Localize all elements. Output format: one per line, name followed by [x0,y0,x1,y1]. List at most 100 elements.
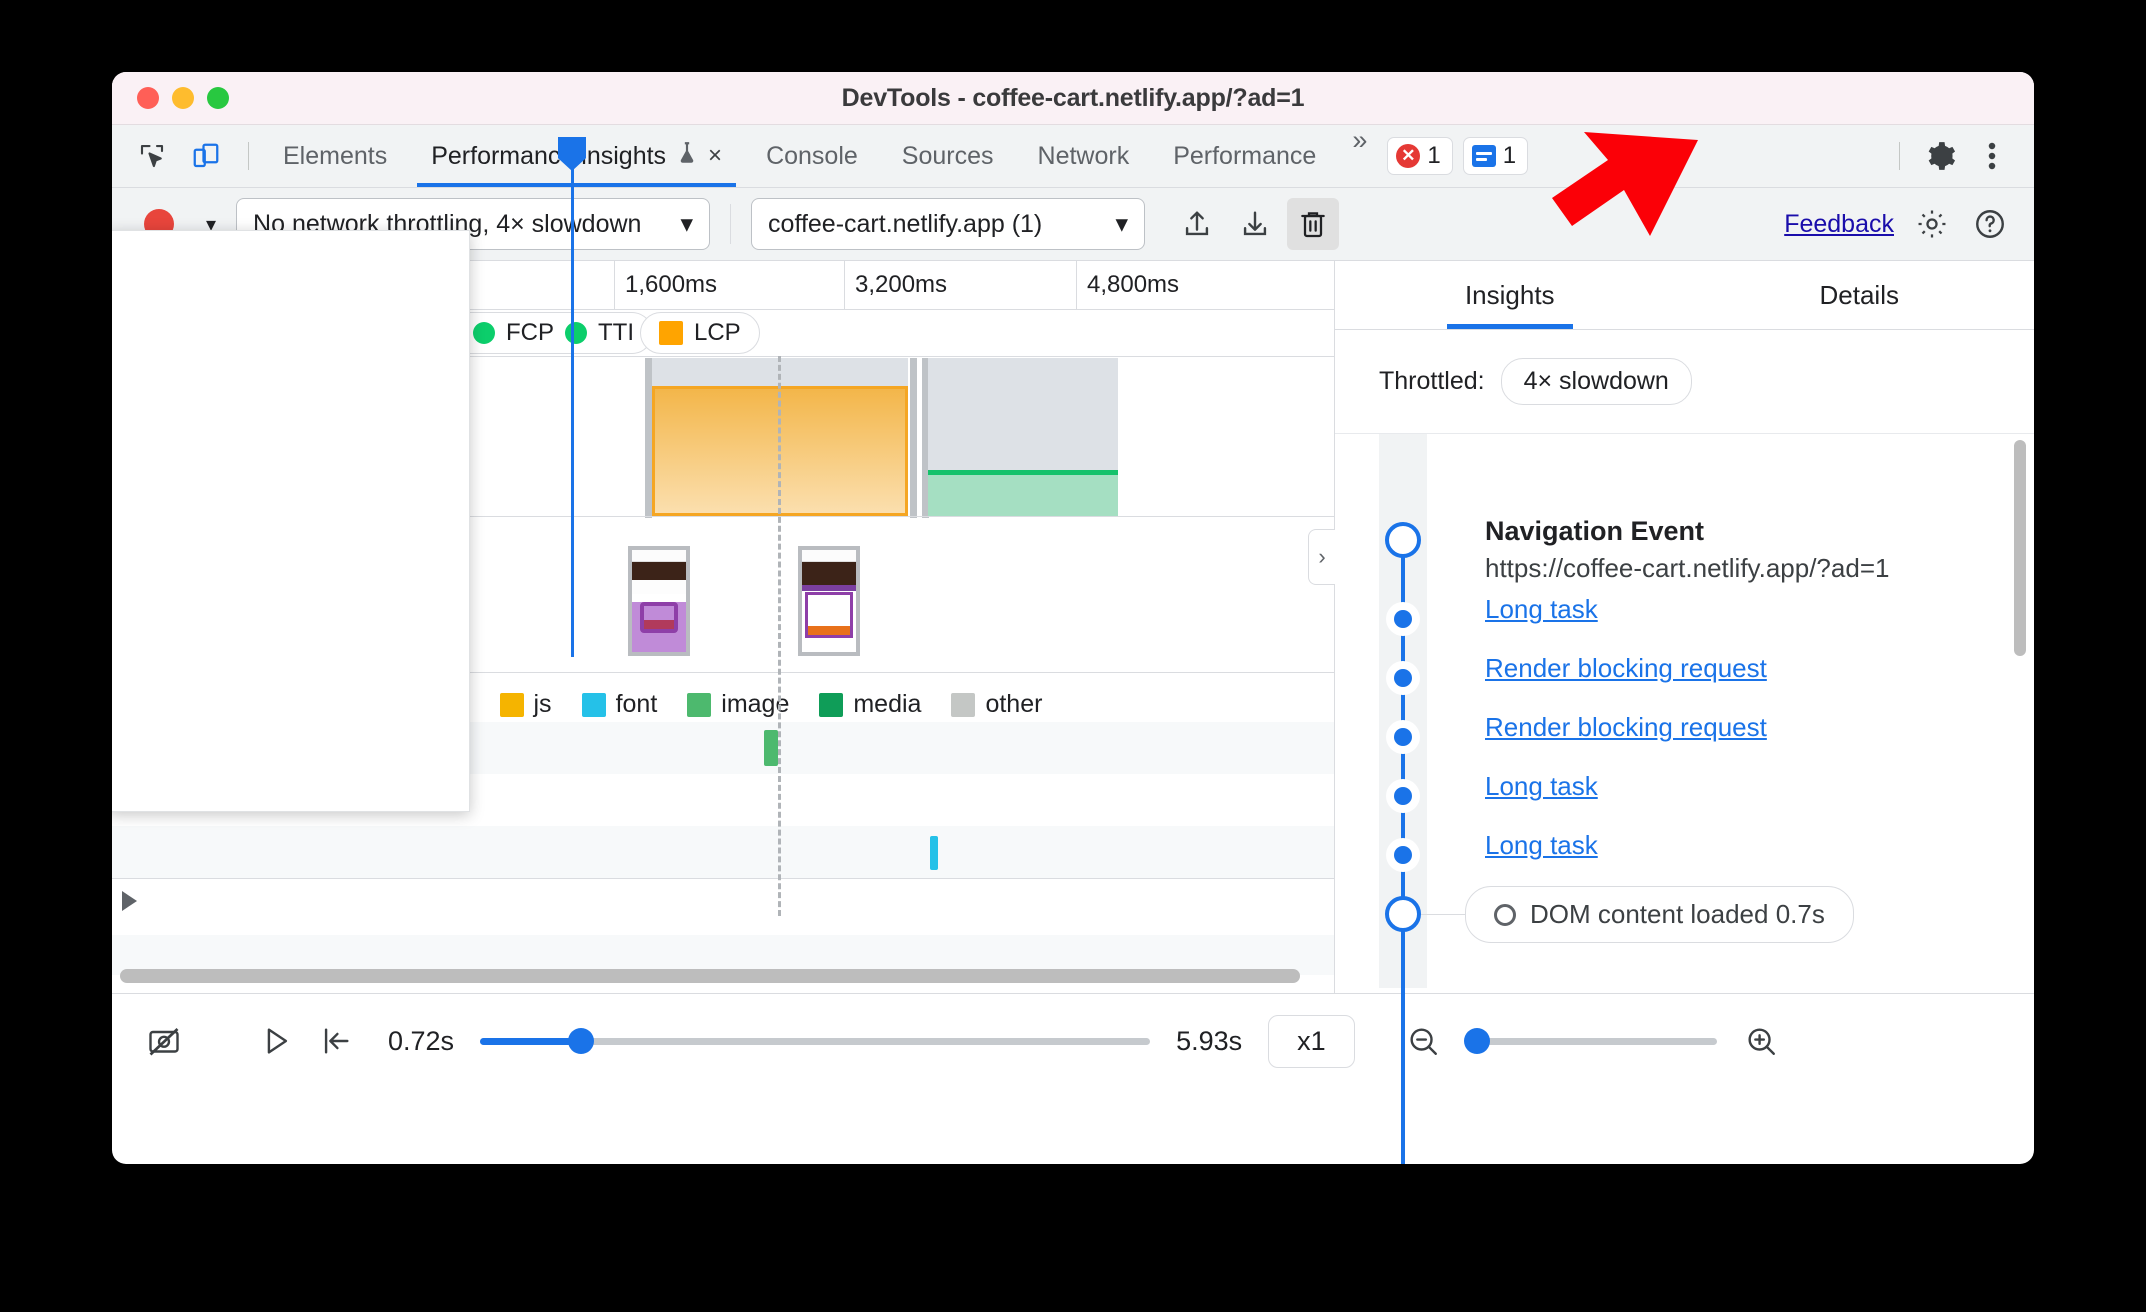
time-guide-line [778,356,781,916]
insight-link[interactable]: Long task [1485,771,1598,801]
page-value: coffee-cart.netlify.app (1) [768,209,1043,238]
tabbar-right-icons [1887,132,2034,180]
tabbar-left-icons [112,132,261,180]
upload-icon[interactable] [1171,198,1223,250]
insight-link[interactable]: Long task [1485,830,1598,860]
insight-link[interactable]: Render blocking request [1485,653,1767,683]
tab-details[interactable]: Details [1685,261,2035,329]
slider-track-fill [480,1037,581,1045]
marker-pill-lcp[interactable]: LCP [640,312,760,354]
error-count-badge[interactable]: ✕ 1 [1387,137,1453,175]
zoom-slider[interactable] [1463,1026,1717,1056]
network-request-row[interactable] [112,879,1334,935]
layout-block-green[interactable] [928,470,1118,516]
tab-label: Elements [283,141,388,170]
ruler-tick: 1,600ms [614,261,844,309]
insight-row-long-task-1[interactable]: Long task [1485,594,2004,625]
ruler-tick: 3,200ms [844,261,1076,309]
close-tab-icon[interactable]: × [708,144,722,168]
tab-console[interactable]: Console [744,125,880,187]
insight-row-render-blocking-1[interactable]: Render blocking request [1485,653,2004,684]
time-range-slider[interactable] [480,1026,1151,1056]
dom-content-loaded-chip[interactable]: DOM content loaded 0.7s [1465,886,1854,943]
legend-item-other: other [951,690,1042,719]
timeline-horizontal-scrollbar[interactable] [120,969,1300,983]
play-button[interactable] [250,1015,302,1067]
filmstrip-thumbnail-2[interactable] [798,546,860,656]
legend-item-font: font [581,690,658,719]
tab-label: Console [766,141,858,170]
inspect-element-icon[interactable] [128,132,176,180]
network-bar-image[interactable] [764,730,778,766]
insight-link[interactable]: Render blocking request [1485,712,1767,742]
insight-row-long-task-2[interactable]: Long task [1485,771,2004,802]
red-arrow-annotation [1552,132,1698,236]
gear-icon[interactable] [1916,132,1964,180]
tab-performance[interactable]: Performance [1151,125,1338,187]
insights-pane: Insights Details Throttled: 4× slowdown [1335,261,2034,1164]
zoom-controls [1397,1015,1787,1067]
error-icon: ✕ [1396,144,1421,168]
trash-icon[interactable] [1287,198,1340,250]
experiment-flask-icon [676,140,698,173]
page-select[interactable]: coffee-cart.netlify.app (1) ▾ [751,198,1146,250]
expand-track-arrow[interactable] [122,891,137,911]
sidebar-collapse-handle[interactable]: › [1308,529,1335,585]
insight-navigation-event: Navigation Event https://coffee-cart.net… [1485,516,2004,584]
image-swatch-icon [687,692,712,717]
insights-list[interactable]: Navigation Event https://coffee-cart.net… [1335,434,2034,1164]
idle-block-2[interactable] [928,358,1118,472]
insights-vertical-scrollbar[interactable] [2014,440,2026,656]
legend-label: other [985,690,1043,718]
toolbar-divider [730,204,732,244]
window-title: DevTools - coffee-cart.netlify.app/?ad=1 [841,83,1305,112]
navigation-event-url: https://coffee-cart.netlify.app/?ad=1 [1485,553,1890,583]
zoom-slider-knob[interactable] [1463,1028,1490,1054]
help-icon[interactable] [1964,198,2016,250]
navigation-event-marker [1385,522,1421,558]
throttled-row: Throttled: 4× slowdown [1335,330,2034,434]
screenshot-off-icon[interactable] [138,1015,190,1067]
filmstrip-thumbnail-1[interactable] [628,546,690,656]
legend-label: js [533,690,552,718]
tab-label: Performance insights [431,141,667,170]
window-titlebar: DevTools - coffee-cart.netlify.app/?ad=1 [112,72,2034,125]
tab-insights[interactable]: Insights [1335,261,1685,329]
tab-label: Performance [1173,141,1317,170]
legend-item-js: js [499,690,552,719]
legend-label: media [853,690,922,718]
media-swatch-icon [819,692,844,717]
devtools-window: DevTools - coffee-cart.netlify.app/?ad=1 [112,72,2034,1164]
lcp-swatch-icon [659,321,683,345]
download-icon[interactable] [1229,198,1281,250]
network-type-legend: css js font image [398,690,1042,719]
zoom-in-icon[interactable] [1735,1015,1787,1067]
tabbar-divider-2 [1899,142,1900,170]
track-marker-line [645,358,652,518]
playback-speed-chip[interactable]: x1 [1268,1014,1355,1068]
network-request-row[interactable] [112,826,1334,878]
network-bar-font[interactable] [930,836,938,870]
more-tabs-icon[interactable]: » [1338,125,1381,187]
settings-gear-icon[interactable] [1906,198,1958,250]
tabbar-divider [248,142,249,170]
window-end-time: 5.93s [1176,1025,1243,1056]
playhead-line [571,137,574,657]
tab-sources[interactable]: Sources [880,125,1016,187]
marker-label-lcp: LCP [694,319,741,346]
legend-label: font [615,690,658,718]
tab-elements[interactable]: Elements [261,125,409,187]
device-toolbar-icon[interactable] [182,132,230,180]
insight-marker-dot [1394,846,1412,864]
insight-row-render-blocking-2[interactable]: Render blocking request [1485,712,2004,743]
jump-to-start-button[interactable] [310,1015,362,1067]
feedback-link[interactable]: Feedback [1784,210,1900,239]
insight-row-long-task-3[interactable]: Long task [1485,830,2004,861]
tab-network[interactable]: Network [1016,125,1152,187]
window-start-time: 0.72s [388,1025,455,1056]
tab-label: Details [1819,279,1899,310]
insights-tab-list: Insights Details [1335,261,2034,330]
kebab-menu-icon[interactable] [1968,132,2016,180]
insight-link[interactable]: Long task [1485,594,1598,624]
slider-knob[interactable] [567,1028,594,1054]
